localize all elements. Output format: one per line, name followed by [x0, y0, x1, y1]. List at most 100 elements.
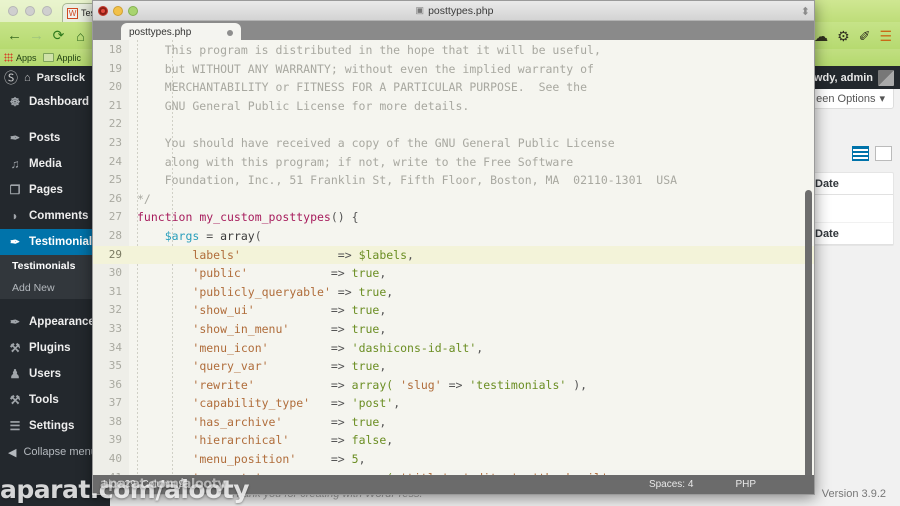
code-line[interactable]: */	[129, 190, 814, 209]
code-line[interactable]: 'menu_icon' => 'dashicons-id-alt',	[129, 339, 814, 358]
code-line[interactable]: function my_custom_posttypes() {	[129, 208, 814, 227]
cursor-position-label: Line 29, Column 9	[103, 479, 185, 490]
table-footer-header-date[interactable]: Date	[809, 223, 893, 245]
avatar	[878, 69, 894, 86]
plug-icon: ⚒	[9, 341, 21, 355]
code-token: =>	[289, 433, 352, 448]
code-token: 'public'	[192, 266, 248, 281]
code-line[interactable]: You should have received a copy of the G…	[129, 134, 814, 153]
code-token: Foundation, Inc., 51 Franklin St, Fifth …	[137, 173, 678, 188]
line-number: 31	[108, 284, 122, 298]
extension-cloud-icon[interactable]: ☁	[814, 29, 828, 43]
code-token: =>	[268, 340, 352, 355]
folder-icon	[42, 53, 54, 62]
eyedropper-icon[interactable]: ✐	[859, 29, 871, 43]
code-line[interactable]: along with this program; if not, write t…	[129, 153, 814, 172]
code-token: false	[351, 433, 387, 448]
window-close-button[interactable]	[8, 6, 18, 16]
code-token: =>	[240, 247, 359, 262]
code-token: array(	[351, 377, 401, 392]
reload-icon[interactable]: ⟳	[48, 25, 69, 46]
home-icon[interactable]: ⌂	[70, 25, 91, 46]
code-line[interactable]: 'capability_type' => 'post',	[129, 394, 814, 413]
pin-icon: ✒	[9, 131, 21, 145]
code-line[interactable]: 'rewrite' => array( 'slug' => 'testimoni…	[129, 376, 814, 395]
code-line[interactable]: 'show_in_menu' => true,	[129, 320, 814, 339]
editor-minimize-button[interactable]	[113, 6, 123, 16]
editor-tab-bar: posttypes.php	[93, 21, 814, 42]
editor-close-button[interactable]	[98, 6, 108, 16]
line-number: 26	[108, 191, 122, 205]
code-token: ,	[358, 452, 366, 467]
code-token: my_custom_posttypes	[199, 210, 331, 225]
code-token: =>	[289, 321, 352, 336]
excerpt-view-icon[interactable]	[875, 146, 892, 161]
code-line[interactable]: labels' => $labels,	[129, 245, 814, 265]
window-zoom-button[interactable]	[42, 6, 52, 16]
pages-icon: ❐	[9, 183, 21, 197]
code-token: 'menu_position'	[192, 452, 297, 467]
code-line[interactable]: GNU General Public License for more deta…	[129, 97, 814, 116]
code-line[interactable]: 'query_var' => true,	[129, 357, 814, 376]
line-number: 19	[108, 61, 122, 75]
code-token: 'show_in_menu'	[192, 321, 290, 336]
site-name-label[interactable]: Parsclick	[37, 72, 85, 84]
unsaved-dot-icon[interactable]	[227, 29, 233, 36]
fullscreen-icon[interactable]: ⬍	[801, 5, 810, 18]
code-line[interactable]	[129, 115, 814, 134]
status-right-group: Spaces: 4 PHP	[649, 479, 814, 490]
code-line[interactable]: 'has_archive' => true,	[129, 413, 814, 432]
code-line[interactable]: 'publicly_queryable' => true,	[129, 283, 814, 302]
menu-hamburger-icon[interactable]: ☰	[879, 29, 892, 43]
code-token: but WITHOUT ANY WARRANTY; without even t…	[137, 61, 594, 76]
code-line[interactable]: 'show_ui' => true,	[129, 301, 814, 320]
code-token: =>	[310, 396, 352, 411]
list-view-icon[interactable]	[852, 146, 869, 161]
gear-icon[interactable]: ⚙	[837, 29, 850, 43]
code-token: =>	[282, 414, 352, 429]
code-token: ,	[379, 414, 387, 429]
house-icon[interactable]: ⌂	[24, 72, 31, 84]
indentation-label[interactable]: Spaces: 4	[649, 479, 693, 490]
code-token: ,	[379, 303, 387, 318]
line-number: 24	[108, 154, 122, 168]
editor-body: 18 19 20 21 22 23 24 25 26 27 28 29 30 31 32 33 34 35 36 37…	[93, 40, 814, 477]
code-token: =	[199, 228, 221, 243]
code-line[interactable]: 'public' => true,	[129, 264, 814, 283]
syntax-label[interactable]: PHP	[735, 479, 756, 490]
forward-icon[interactable]: →	[26, 25, 47, 46]
code-token: =>	[254, 377, 352, 392]
code-line[interactable]: 'menu_position' => 5,	[129, 450, 814, 469]
sidebar-item-label: Media	[29, 158, 62, 170]
code-line[interactable]: MERCHANTABILITY or FITNESS FOR A PARTICU…	[129, 78, 814, 97]
code-line[interactable]: but WITHOUT ANY WARRANTY; without even t…	[129, 60, 814, 79]
wordpress-logo-icon[interactable]: Ⓢ	[4, 68, 18, 88]
code-token: along with this program; if not, write t…	[137, 154, 574, 169]
code-area[interactable]: This program is distributed in the hope …	[129, 40, 814, 477]
window-minimize-button[interactable]	[25, 6, 35, 16]
table-row[interactable]	[809, 195, 893, 223]
back-icon[interactable]: ←	[4, 25, 25, 46]
editor-vertical-scrollbar[interactable]	[805, 190, 812, 477]
media-icon: ♫	[10, 157, 20, 171]
line-number: 29	[93, 245, 129, 265]
code-line[interactable]: Foundation, Inc., 51 Franklin St, Fifth …	[129, 171, 814, 190]
code-token: true	[358, 284, 387, 299]
bookmark-apps[interactable]: Apps	[4, 53, 37, 63]
editor-zoom-button[interactable]	[128, 6, 138, 16]
bookmark-applications[interactable]: Applic	[42, 53, 81, 63]
code-token: 'show_ui'	[192, 303, 255, 318]
table-column-header-date[interactable]: Date	[809, 173, 893, 195]
line-number: 40	[108, 452, 122, 466]
chrome-toolbar-icons: ☁ ⚙ ✐ ☰	[802, 22, 898, 49]
code-line[interactable]: 'hierarchical' => false,	[129, 431, 814, 450]
code-token: =>	[268, 359, 352, 374]
sidebar-item-label: Testimonials	[29, 236, 99, 248]
code-line[interactable]: $args = array(	[129, 227, 814, 246]
code-token: () {	[330, 210, 359, 225]
code-token: You should have received a copy of the G…	[137, 135, 615, 150]
wrench-icon: ⚒	[9, 393, 21, 407]
code-line[interactable]: This program is distributed in the hope …	[129, 41, 814, 60]
